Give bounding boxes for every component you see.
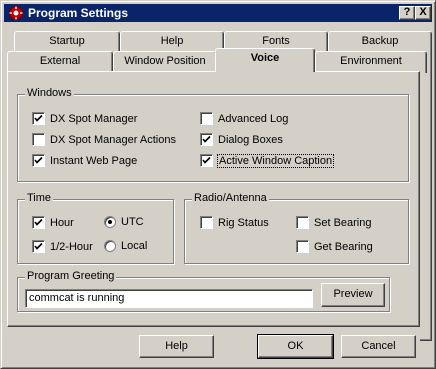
time-group-label: Time — [25, 192, 54, 204]
advanced-log-checkbox[interactable]: Advanced Log — [200, 112, 288, 125]
checkbox-box — [32, 133, 45, 146]
checkbox-label: Get Bearing — [314, 240, 373, 253]
half-hour-checkbox[interactable]: 1/2-Hour — [32, 240, 93, 253]
checkbox-label: Active Window Caption — [216, 153, 335, 168]
checkbox-box — [32, 154, 45, 167]
checkbox-label: DX Spot Manager — [50, 112, 138, 125]
check-icon — [34, 218, 43, 226]
windows-group: Windows DX Spot Manager DX Spot Manager … — [17, 87, 409, 182]
checkbox-box — [200, 112, 213, 125]
help-question-button[interactable]: ? — [399, 6, 415, 20]
radio-antenna-group-label: Radio/Antenna — [192, 192, 269, 204]
tab-backup-label: Backup — [361, 35, 399, 47]
tab-external[interactable]: External — [7, 51, 113, 73]
voice-tab-pane: Windows DX Spot Manager DX Spot Manager … — [7, 71, 420, 327]
tab-window-position-label: Window Position — [124, 55, 206, 67]
radio-dot — [108, 220, 112, 224]
dialog-boxes-checkbox[interactable]: Dialog Boxes — [200, 133, 283, 146]
tab-environment-label: Environment — [340, 55, 402, 67]
help-button-label: Help — [165, 340, 188, 352]
app-icon — [8, 5, 24, 21]
help-button[interactable]: Help — [139, 335, 214, 358]
hour-checkbox[interactable]: Hour — [32, 216, 74, 229]
radio-label: Local — [121, 240, 148, 252]
close-icon: X — [419, 6, 427, 18]
checkbox-box — [32, 216, 45, 229]
check-icon — [34, 114, 43, 122]
check-icon — [34, 156, 43, 164]
check-icon — [202, 156, 211, 164]
checkbox-label: 1/2-Hour — [50, 240, 93, 253]
tab-external-label: External — [39, 55, 81, 67]
tab-startup-label: Startup — [49, 35, 85, 47]
checkbox-box — [200, 216, 213, 229]
rig-status-checkbox[interactable]: Rig Status — [200, 216, 269, 229]
tab-voice-label: Voice — [250, 52, 280, 64]
checkbox-label: Dialog Boxes — [218, 133, 283, 146]
checkbox-box — [200, 133, 213, 146]
checkbox-label: Instant Web Page — [50, 154, 138, 167]
title-bar[interactable]: Program Settings ? X — [4, 4, 432, 22]
checkbox-box — [32, 112, 45, 125]
tab-environment[interactable]: Environment — [315, 51, 427, 73]
greeting-input[interactable]: commcat is running — [25, 289, 313, 308]
ok-button[interactable]: OK — [257, 334, 334, 359]
preview-button[interactable]: Preview — [321, 283, 385, 307]
close-button[interactable]: X — [415, 6, 431, 20]
ok-button-label: OK — [287, 340, 304, 352]
window-title: Program Settings — [28, 6, 129, 20]
dx-spot-manager-checkbox[interactable]: DX Spot Manager — [32, 112, 137, 125]
checkbox-box — [200, 154, 213, 167]
radio-circle — [104, 240, 116, 252]
radio-circle — [104, 216, 116, 228]
windows-group-label: Windows — [25, 87, 74, 99]
check-icon — [34, 242, 43, 250]
program-greeting-group: Program Greeting commcat is running Prev… — [17, 270, 390, 312]
tab-fonts-label: Fonts — [262, 35, 290, 47]
tab-stack-edge — [420, 51, 432, 341]
set-bearing-checkbox[interactable]: Set Bearing — [296, 216, 371, 229]
checkbox-label: Hour — [50, 216, 74, 229]
tab-startup[interactable]: Startup — [14, 31, 120, 53]
tab-window-position[interactable]: Window Position — [113, 51, 217, 73]
checkbox-box — [296, 240, 309, 253]
dx-spot-manager-actions-checkbox[interactable]: DX Spot Manager Actions — [32, 133, 176, 146]
active-window-caption-checkbox[interactable]: Active Window Caption — [200, 153, 335, 168]
tab-voice[interactable]: Voice — [215, 48, 315, 72]
preview-button-label: Preview — [333, 288, 373, 300]
question-icon: ? — [403, 6, 411, 18]
get-bearing-checkbox[interactable]: Get Bearing — [296, 240, 373, 253]
program-settings-window: Program Settings ? X Startup Help Fonts … — [0, 0, 436, 369]
checkbox-label: Rig Status — [218, 216, 269, 229]
local-radio[interactable]: Local — [104, 240, 147, 252]
cancel-button-label: Cancel — [361, 340, 396, 352]
radio-label: UTC — [121, 216, 144, 228]
checkbox-box — [296, 216, 309, 229]
cancel-button[interactable]: Cancel — [341, 335, 416, 358]
radio-antenna-group: Radio/Antenna Rig Status Set Bearing Get… — [184, 192, 409, 264]
time-group: Time Hour 1/2-Hour UTC Local — [17, 192, 174, 264]
check-icon — [202, 135, 211, 143]
checkbox-label: Advanced Log — [218, 112, 289, 125]
checkbox-box — [32, 240, 45, 253]
instant-web-page-checkbox[interactable]: Instant Web Page — [32, 154, 137, 167]
tab-help-label: Help — [160, 35, 184, 47]
tab-help[interactable]: Help — [120, 31, 224, 53]
program-greeting-group-label: Program Greeting — [25, 270, 117, 282]
checkbox-label: DX Spot Manager Actions — [50, 133, 176, 146]
tab-backup[interactable]: Backup — [328, 31, 432, 53]
utc-radio[interactable]: UTC — [104, 216, 144, 228]
checkbox-label: Set Bearing — [314, 216, 372, 229]
